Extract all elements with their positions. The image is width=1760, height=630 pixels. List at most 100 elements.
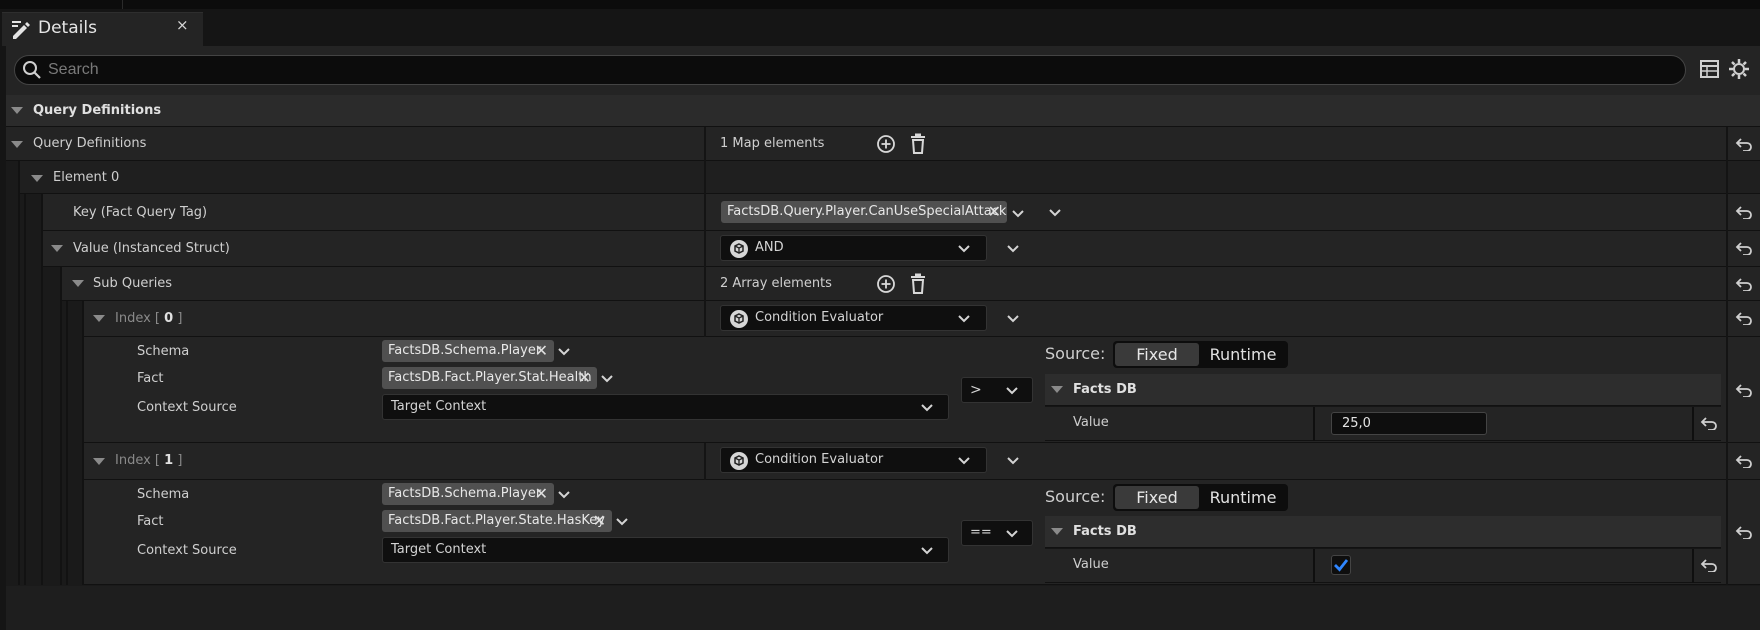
add-circle-icon[interactable] (876, 134, 896, 154)
reset-arrow-icon[interactable] (1735, 383, 1753, 397)
chevron-down-icon[interactable] (957, 314, 971, 323)
chevron-down-icon[interactable] (1005, 386, 1019, 395)
reset-arrow-icon[interactable] (1735, 311, 1753, 325)
remove-tag-icon[interactable]: ✕ (988, 201, 1001, 223)
add-circle-icon[interactable] (876, 274, 896, 294)
chevron-down-icon[interactable] (1006, 314, 1020, 323)
chevron-down-icon[interactable] (600, 374, 614, 383)
table-view-icon[interactable] (1699, 58, 1721, 80)
panel-empty-area (6, 586, 1760, 630)
indent-guide (24, 194, 26, 585)
index-number: 1 (164, 453, 174, 468)
map-label: Query Definitions (33, 136, 147, 151)
evaluator-type-combo[interactable]: Condition Evaluator (720, 305, 987, 331)
reset-arrow-icon[interactable] (1735, 241, 1753, 255)
chevron-down-icon[interactable] (920, 546, 934, 555)
collapse-arrow-icon[interactable] (31, 175, 43, 182)
chevron-down-icon[interactable] (1011, 209, 1025, 218)
gear-icon[interactable] (1728, 58, 1750, 80)
index-label: Index [ 1 ] (115, 453, 182, 468)
fact-value: FactsDB.Fact.Player.State.HasKey (388, 513, 605, 528)
chevron-down-icon[interactable] (615, 517, 629, 526)
schema-chip[interactable]: FactsDB.Schema.Player ✕ (382, 483, 554, 505)
evaluator-type-combo[interactable]: Condition Evaluator (720, 447, 987, 473)
reset-arrow-icon[interactable] (1735, 277, 1753, 291)
trash-icon[interactable] (908, 273, 928, 294)
collapse-arrow-icon[interactable] (51, 245, 63, 252)
context-source-label: Context Source (137, 543, 237, 558)
schema-chip[interactable]: FactsDB.Schema.Player ✕ (382, 340, 554, 362)
fact-chip[interactable]: FactsDB.Fact.Player.State.HasKey ✕ (382, 510, 612, 532)
collapse-arrow-icon[interactable] (1051, 386, 1063, 393)
remove-tag-icon[interactable]: ✕ (593, 510, 606, 532)
chevron-down-icon[interactable] (957, 456, 971, 465)
schema-label: Schema (137, 344, 190, 359)
value-number-field[interactable]: 25,0 (1331, 412, 1487, 435)
reset-arrow-icon[interactable] (1735, 454, 1753, 468)
chevron-down-icon[interactable] (557, 490, 571, 499)
chevron-down-icon[interactable] (1006, 456, 1020, 465)
index-suffix: ] (177, 311, 183, 326)
checkmark-icon (1334, 559, 1349, 572)
operator-combo[interactable]: > (961, 377, 1033, 403)
source-runtime-button[interactable]: Runtime (1201, 486, 1285, 509)
element-row (18, 161, 1760, 194)
context-source-combo[interactable]: Target Context (382, 394, 949, 420)
reset-arrow-icon[interactable] (1735, 525, 1753, 539)
subqueries-label: Sub Queries (93, 276, 173, 291)
tab-close-button[interactable]: × (176, 16, 189, 34)
fact-chip[interactable]: FactsDB.Fact.Player.Stat.Health ✕ (382, 367, 597, 389)
tab-bar (0, 9, 1760, 46)
map-count: 1 Map elements (720, 136, 825, 151)
value-label: Value (1073, 557, 1109, 572)
chevron-down-icon[interactable] (1006, 244, 1020, 253)
index-suffix: ] (177, 453, 183, 468)
collapse-arrow-icon[interactable] (11, 141, 23, 148)
chevron-down-icon[interactable] (557, 347, 571, 356)
source-toggle: Fixed Runtime (1113, 341, 1288, 368)
schema-label: Schema (137, 487, 190, 502)
key-tag-chip[interactable]: FactsDB.Query.Player.CanUseSpecialAttack… (721, 201, 1007, 223)
column-divider (1726, 127, 1728, 585)
trash-icon[interactable] (908, 133, 928, 154)
fact-label: Fact (137, 514, 164, 529)
search-input[interactable] (48, 56, 1668, 84)
context-source-value: Target Context (391, 399, 487, 414)
source-runtime-button[interactable]: Runtime (1201, 343, 1285, 366)
chevron-down-icon[interactable] (1048, 208, 1062, 217)
context-source-combo[interactable]: Target Context (382, 537, 949, 563)
column-divider (1313, 549, 1315, 583)
remove-tag-icon[interactable]: ✕ (535, 340, 548, 362)
remove-tag-icon[interactable]: ✕ (535, 483, 548, 505)
chevron-down-icon[interactable] (1005, 529, 1019, 538)
key-tag-text: FactsDB.Query.Player.CanUseSpecialAttack (727, 204, 1007, 219)
tab-details[interactable] (2, 12, 203, 46)
factsdb-header[interactable] (1045, 516, 1721, 548)
index-prefix: Index [ (115, 311, 160, 326)
chevron-down-icon[interactable] (920, 403, 934, 412)
index-prefix: Index [ (115, 453, 160, 468)
source-fixed-button[interactable]: Fixed (1115, 486, 1199, 509)
collapse-arrow-icon[interactable] (1051, 528, 1063, 535)
source-label: Source: (1045, 487, 1106, 506)
collapse-arrow-icon[interactable] (72, 280, 84, 287)
chevron-down-icon[interactable] (957, 244, 971, 253)
pencil-icon (10, 19, 32, 41)
source-fixed-button[interactable]: Fixed (1115, 343, 1199, 366)
value-checkbox[interactable] (1331, 555, 1351, 575)
reset-arrow-icon[interactable] (1700, 558, 1718, 572)
reset-arrow-icon[interactable] (1700, 416, 1718, 430)
factsdb-header[interactable] (1045, 374, 1721, 406)
remove-tag-icon[interactable]: ✕ (578, 367, 591, 389)
reset-arrow-icon[interactable] (1735, 137, 1753, 151)
operator-combo[interactable]: == (961, 520, 1033, 546)
collapse-arrow-icon[interactable] (93, 315, 105, 322)
collapse-arrow-icon[interactable] (93, 458, 105, 465)
reset-arrow-icon[interactable] (1735, 205, 1753, 219)
struct-icon (730, 310, 748, 328)
index-number: 0 (164, 311, 174, 326)
section-header[interactable] (6, 95, 1760, 127)
collapse-arrow-icon[interactable] (11, 107, 23, 114)
evaluator-type-value: Condition Evaluator (755, 310, 884, 325)
struct-type-combo[interactable]: AND (720, 235, 987, 261)
